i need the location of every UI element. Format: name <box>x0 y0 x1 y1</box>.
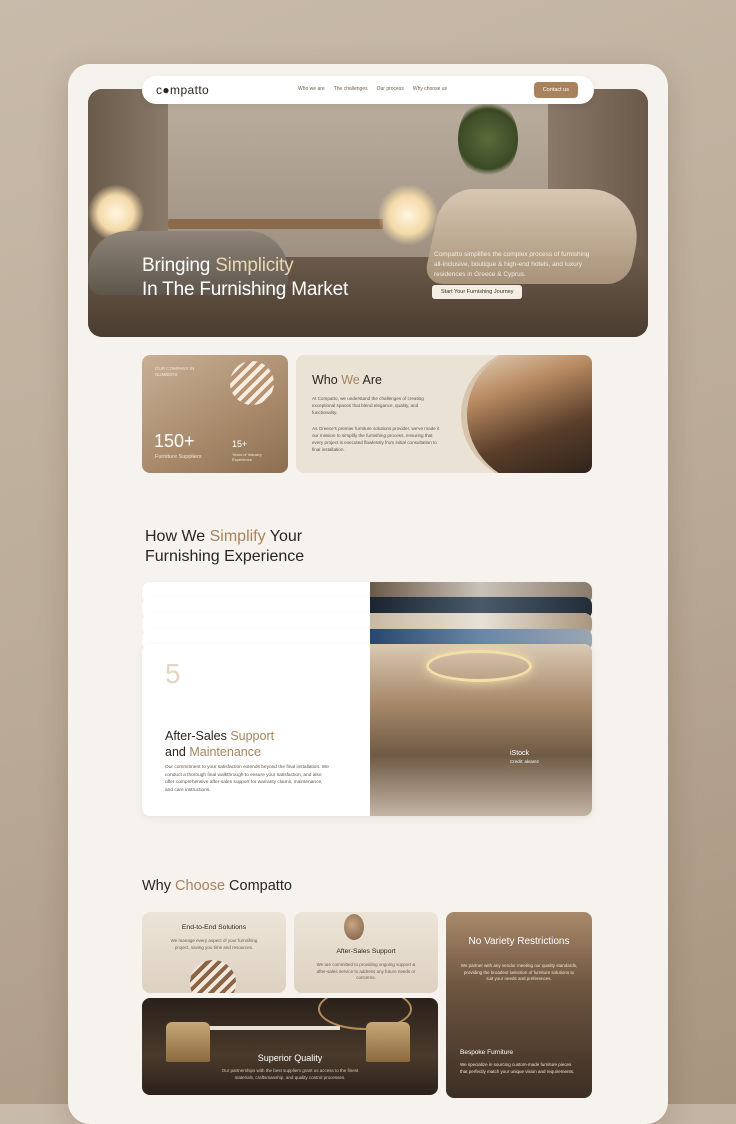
hero-title: Bringing Simplicity In The Furnishing Ma… <box>142 254 348 302</box>
why-title-part: Why <box>142 878 176 894</box>
start-journey-button[interactable]: Start Your Furnishing Journey <box>432 285 523 299</box>
swirl-graphic-icon <box>230 361 274 405</box>
nav-link-challenges[interactable]: The challenges <box>334 86 368 92</box>
who-paragraph-2: As Greece's premier furniture solutions … <box>312 426 440 452</box>
who-we-are-card: Who We Are At Compatto, we understand th… <box>296 355 592 473</box>
step-title-part: After-Sales <box>165 729 231 743</box>
step-title-accent: Maintenance <box>189 745 261 759</box>
who-title-part: Who <box>312 373 342 387</box>
feature-description: We partner with any vendor meeting our q… <box>460 963 578 981</box>
step-description: Our commitment to your satisfaction exte… <box>165 765 329 793</box>
hero-section: Bringing Simplicity In The Furnishing Ma… <box>88 89 648 337</box>
step-number: 5 <box>165 658 181 689</box>
feature-description: Our partnerships with the best suppliers… <box>221 1068 359 1080</box>
how-title-part: How We <box>145 528 210 545</box>
who-title-accent: We <box>341 373 360 387</box>
nav-link-who-we-are[interactable]: Who we are <box>298 86 325 92</box>
numbers-tag: OUR COMPANY IN NUMBERS <box>155 366 195 377</box>
top-navbar: c●mpatto Who we are The challenges Our p… <box>142 76 594 104</box>
how-title-part: Your <box>265 528 303 545</box>
why-title-accent: Choose <box>175 878 226 894</box>
step-title-part: and <box>165 745 190 759</box>
hero-title-line2: In The Furnishing Market <box>142 279 349 300</box>
ceiling-light-ring <box>426 650 532 682</box>
feature-title: After-Sales Support <box>336 948 396 955</box>
dining-table-graphic <box>200 1026 340 1030</box>
how-title-accent: Simplify <box>209 528 266 545</box>
sphere-graphic-icon <box>344 914 364 940</box>
hero-image-plant <box>458 99 518 179</box>
years-count: 15+ <box>232 439 248 449</box>
hotel-lobby-photo: iStock Credit: alvarez <box>370 644 592 816</box>
team-meeting-photo <box>461 355 592 473</box>
why-choose-title: Why Choose Compatto <box>142 878 292 894</box>
hero-title-accent: Simplicity <box>215 255 294 276</box>
who-title-part: Are <box>359 373 382 387</box>
years-label: Years of Industry Experience <box>232 452 262 462</box>
suppliers-label: Furniture Suppliers <box>155 454 202 460</box>
feature-title: No Variety Restrictions <box>468 936 570 947</box>
why-title-part: Compatto <box>225 878 292 894</box>
hero-title-part: Bringing <box>142 255 216 276</box>
feature-card-after-sales: After-Sales Support We are committed to … <box>294 912 438 993</box>
page-sheet: Bringing Simplicity In The Furnishing Ma… <box>68 64 668 1124</box>
image-credit: Credit: alvarez <box>510 759 540 764</box>
step-title: After-Sales Support and Maintenance <box>165 728 274 760</box>
nav-link-why-choose-us[interactable]: Why choose us <box>413 86 447 92</box>
suppliers-count: 150+ <box>154 431 195 451</box>
feature-description: We are committed to providing ongoing su… <box>316 962 416 980</box>
hero-image-bench <box>168 219 383 229</box>
feature-title-bespoke: Bespoke Furniture <box>460 1049 514 1056</box>
nav-link-process[interactable]: Our process <box>377 86 404 92</box>
feature-title: End-to-End Solutions <box>181 924 247 931</box>
feature-description: We manage every aspect of your furnishin… <box>170 938 258 950</box>
hero-lamp-right <box>378 185 438 245</box>
step-title-accent: Support <box>230 729 275 743</box>
how-we-simplify-title: How We Simplify Your Furnishing Experien… <box>145 527 365 567</box>
feature-card-end-to-end: End-to-End Solutions We manage every asp… <box>142 912 286 993</box>
feature-title: Superior Quality <box>257 1053 323 1063</box>
how-title-line2: Furnishing Experience <box>145 548 305 565</box>
who-paragraph-1: At Compatto, we understand the challenge… <box>312 396 424 415</box>
feature-card-no-variety: No Variety Restrictions We partner with … <box>446 912 592 1098</box>
hero-description: Compatto simplifies the complex process … <box>434 251 590 278</box>
feature-description-bespoke: We specialize in sourcing custom-made fu… <box>460 1062 575 1074</box>
swirl-graphic-icon <box>190 960 236 993</box>
feature-card-superior-quality: Superior Quality Our partnerships with t… <box>142 998 438 1095</box>
nav-links: Who we are The challenges Our process Wh… <box>298 86 447 92</box>
process-step-card-active: 5 After-Sales Support and Maintenance Ou… <box>142 644 592 816</box>
who-we-are-title: Who We Are <box>312 373 382 387</box>
compatto-logo[interactable]: c●mpatto <box>156 83 209 97</box>
image-watermark: iStock <box>510 750 530 757</box>
contact-us-button[interactable]: Contact us <box>533 82 578 98</box>
company-numbers-card: OUR COMPANY IN NUMBERS 150+ Furniture Su… <box>142 355 288 473</box>
